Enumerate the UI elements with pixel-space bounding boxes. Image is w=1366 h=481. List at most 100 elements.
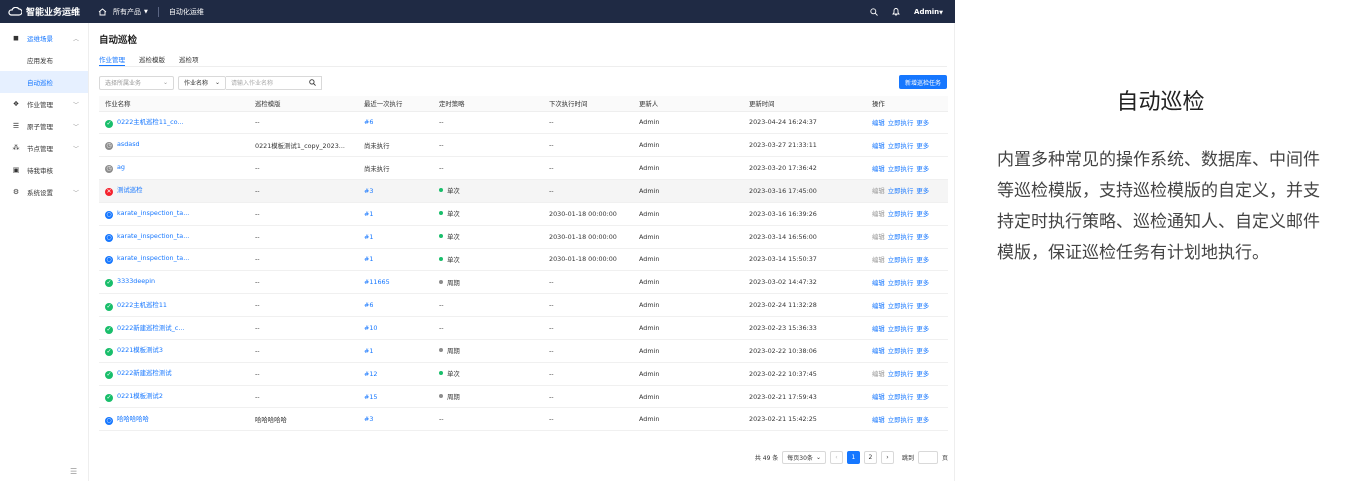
search-icon[interactable] [309,79,316,86]
job-name-link[interactable]: 哈哈哈哈哈 [117,415,149,423]
sidebar-item-nodes[interactable]: ⁂ 节点管理 ﹀ [0,137,88,159]
table-row[interactable]: ✕ 测试巡检 -- #3 单次 -- Admin 2023-03-16 17:45:00 编辑立… [99,179,948,203]
more-button[interactable]: 更多 [916,416,929,424]
run-now-button[interactable]: 立即执行 [888,302,914,310]
user-menu[interactable]: Admin▼ [914,8,943,16]
job-name-link[interactable]: 0222新建巡检测试_c... [117,324,184,332]
all-products-menu[interactable]: 所有产品 ▼ [113,7,148,17]
page-button[interactable]: 1 [846,450,860,464]
job-name-link[interactable]: karate_inspection_ta... [117,254,189,262]
more-button[interactable]: 更多 [916,165,929,173]
more-button[interactable]: 更多 [916,119,929,127]
table-row[interactable]: ✓ 0222主机巡检11 -- #6 -- -- Admin 2023-02-24 11:32… [99,293,948,318]
run-now-button[interactable]: 立即执行 [888,119,914,127]
table-row[interactable]: ✓ 0222主机巡检11_co... -- #6 -- -- Admin 2023-04-24… [99,111,948,135]
edit-button[interactable]: 编辑 [872,142,885,150]
last-run-value[interactable]: #1 [364,210,373,218]
bell-icon[interactable] [892,7,900,16]
page-button[interactable]: 2 [863,450,877,464]
table-row[interactable]: ✓ 0221模板测试3 -- #1 周期 -- Admin 2023-02-22 10:38:… [99,339,948,363]
edit-button[interactable]: 编辑 [872,325,885,333]
collapse-sidebar-icon[interactable]: ☰ [70,467,77,476]
last-run-value[interactable]: #1 [364,233,373,241]
run-now-button[interactable]: 立即执行 [888,416,914,424]
last-run-value[interactable]: #12 [364,370,378,378]
job-name-link[interactable]: asdasd [117,140,140,148]
field-select[interactable]: 作业名称 ⌄ [178,75,226,90]
more-button[interactable]: 更多 [916,142,929,150]
run-now-button[interactable]: 立即执行 [888,142,914,150]
sidebar-item-auto-inspection[interactable]: 自动巡检 [0,71,88,93]
last-run-value[interactable]: #6 [364,118,373,126]
home-icon[interactable] [98,7,107,16]
job-name-link[interactable]: ag [117,163,125,171]
edit-button[interactable]: 编辑 [872,347,885,355]
job-name-link[interactable]: 0221模板测试2 [117,392,163,400]
table-row[interactable]: ◷ asdasd 0221模板测试1_copy_2023... 尚未执行 -- -- Adm… [99,133,948,158]
table-row[interactable]: ○ 哈哈哈哈哈 哈哈哈哈哈 #3 -- -- Admin 2023-02-21 15:42:2… [99,407,948,432]
edit-button[interactable]: 编辑 [872,393,885,401]
last-run-value[interactable]: #3 [364,187,373,195]
section-label[interactable]: 自动化运维 [169,7,204,17]
edit-button[interactable]: 编辑 [872,370,885,378]
edit-button[interactable]: 编辑 [872,279,885,287]
last-run-value[interactable]: #1 [364,347,373,355]
edit-button[interactable]: 编辑 [872,165,885,173]
more-button[interactable]: 更多 [916,256,929,264]
page-size-select[interactable]: 每页30条 ⌄ [782,450,826,464]
more-button[interactable]: 更多 [916,210,929,218]
run-now-button[interactable]: 立即执行 [888,279,914,287]
edit-button[interactable]: 编辑 [872,416,885,424]
last-run-value[interactable]: #3 [364,415,373,423]
prev-page-button[interactable]: ‹ [829,450,843,464]
job-name-link[interactable]: 3333deepin [117,277,155,285]
run-now-button[interactable]: 立即执行 [888,393,914,401]
sidebar-item-atoms[interactable]: ☰ 原子管理 ﹀ [0,115,88,137]
more-button[interactable]: 更多 [916,325,929,333]
last-run-value[interactable]: #11665 [364,278,390,286]
sidebar-item-settings[interactable]: ⚙ 系统设置 ﹀ [0,181,88,203]
table-row[interactable]: ○ karate_inspection_ta... -- #1 单次 2030-01-18… [99,202,948,226]
more-button[interactable]: 更多 [916,370,929,378]
run-now-button[interactable]: 立即执行 [888,187,914,195]
jump-page-input[interactable] [917,450,938,464]
add-inspection-task-button[interactable]: 新增巡检任务 [898,75,947,89]
sidebar-item-jobs[interactable]: ❖ 作业管理 ﹀ [0,93,88,115]
last-run-value[interactable]: #6 [364,301,373,309]
job-name-link[interactable]: 0222主机巡检11 [117,301,167,309]
table-row[interactable]: ◷ ag -- 尚未执行 -- -- Admin 2023-03-20 17:36:42 编辑立… [99,156,948,181]
sidebar-item-review[interactable]: ▣ 待我审核 [0,159,88,181]
business-select[interactable]: 选择所属业务 ⌄ [99,75,174,90]
tab-job-management[interactable]: 作业管理 [99,54,125,66]
next-page-button[interactable]: › [880,450,894,464]
edit-button[interactable]: 编辑 [872,210,885,218]
tab-inspection-templates[interactable]: 巡检模版 [139,54,165,66]
more-button[interactable]: 更多 [916,393,929,401]
run-now-button[interactable]: 立即执行 [888,165,914,173]
run-now-button[interactable]: 立即执行 [888,370,914,378]
last-run-value[interactable]: #15 [364,393,378,401]
job-name-link[interactable]: karate_inspection_ta... [117,232,189,240]
search-icon[interactable] [870,7,878,16]
job-name-link[interactable]: 测试巡检 [117,186,143,194]
job-name-link[interactable]: 0222新建巡检测试 [117,369,172,377]
job-name-link[interactable]: 0221模板测试3 [117,346,163,354]
sidebar-item-app-release[interactable]: 应用发布 [0,49,88,71]
run-now-button[interactable]: 立即执行 [888,210,914,218]
last-run-value[interactable]: #10 [364,324,378,332]
search-input[interactable]: 请输入作业名称 [226,75,322,90]
edit-button[interactable]: 编辑 [872,302,885,310]
more-button[interactable]: 更多 [916,302,929,310]
table-row[interactable]: ✓ 0222新建巡检测试_c... -- #10 -- -- Admin 2023-02-23… [99,316,948,340]
job-name-link[interactable]: 0222主机巡检11_co... [117,118,184,126]
edit-button[interactable]: 编辑 [872,119,885,127]
job-name-link[interactable]: karate_inspection_ta... [117,209,189,217]
edit-button[interactable]: 编辑 [872,233,885,241]
table-row[interactable]: ○ karate_inspection_ta... -- #1 单次 2030-01-18… [99,225,948,249]
table-row[interactable]: ✓ 3333deepin -- #11665 周期 -- Admin 2023-03-02 1… [99,270,948,295]
more-button[interactable]: 更多 [916,279,929,287]
edit-button[interactable]: 编辑 [872,187,885,195]
table-row[interactable]: ○ karate_inspection_ta... -- #1 单次 2030-01-18… [99,248,948,272]
edit-button[interactable]: 编辑 [872,256,885,264]
sidebar-item-ops-scenes[interactable]: ◼ 运维场景 ︿ [0,27,88,49]
